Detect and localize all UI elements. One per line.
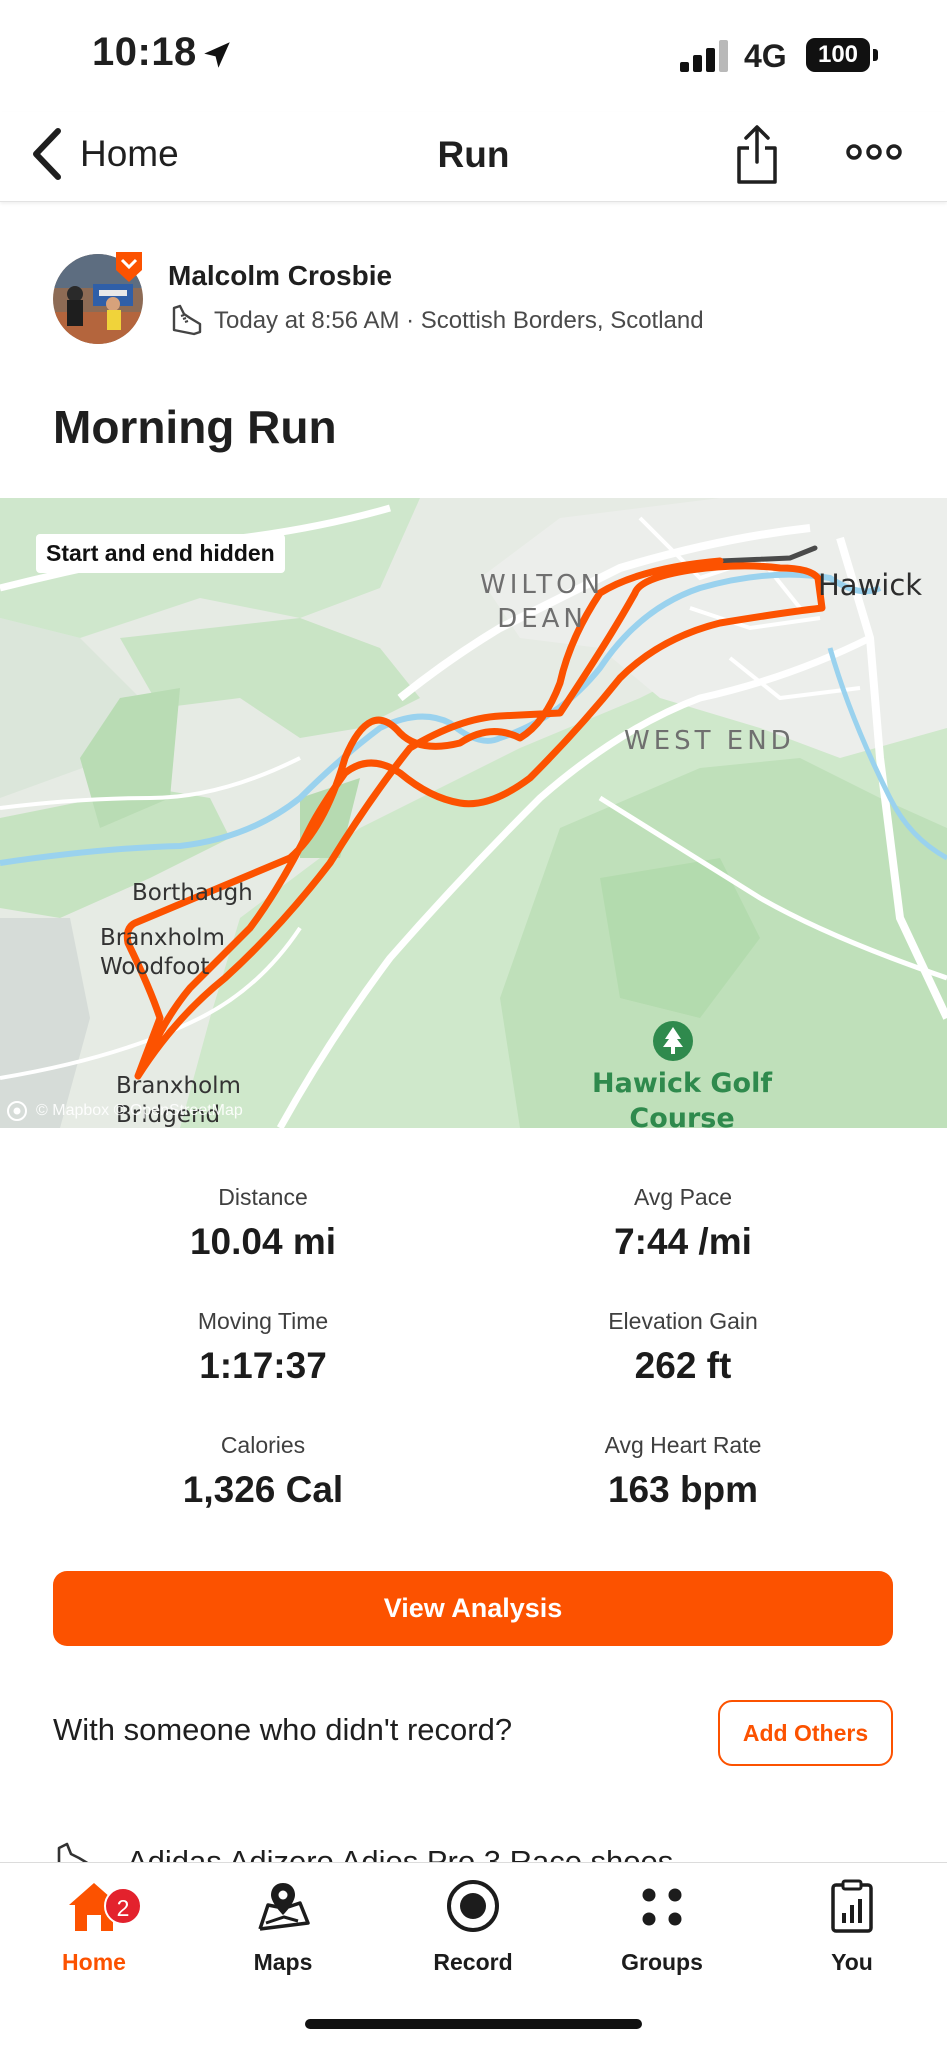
tab-bar: 2 Home Maps Record Groups You — [0, 1862, 947, 2048]
stat-calories: Calories 1,326 Cal — [53, 1432, 473, 1511]
map-attribution-text: © Mapbox © OpenStreetMap — [36, 1102, 243, 1119]
tab-label: Groups — [621, 1949, 703, 1975]
others-prompt: With someone who didn't record? — [53, 1712, 513, 1747]
share-icon[interactable] — [734, 124, 780, 186]
athlete-name[interactable]: Malcolm Crosbie — [168, 260, 392, 292]
stat-label: Calories — [220, 1432, 306, 1458]
tab-label: Maps — [253, 1949, 313, 1975]
you-icon — [831, 1879, 873, 1933]
map-label-borthaugh: Borthaugh — [132, 880, 253, 906]
battery-icon: 100 — [806, 38, 878, 72]
activity-meta: Today at 8:56 AM · Scottish Borders, Sco… — [168, 304, 704, 338]
stat-value: 10.04 mi — [189, 1221, 337, 1262]
cellular-signal-icon — [680, 40, 728, 72]
more-options-icon[interactable] — [846, 138, 902, 166]
tab-groups[interactable]: Groups — [592, 1877, 732, 1997]
route-map[interactable]: Start and end hidden — [0, 498, 947, 1128]
record-icon — [447, 1880, 499, 1932]
map-background — [0, 498, 947, 1128]
tab-home[interactable]: 2 Home — [24, 1877, 164, 1997]
activity-date-location: Today at 8:56 AM · Scottish Borders, Sco… — [214, 307, 704, 334]
map-attribution[interactable]: © Mapbox © OpenStreetMap — [6, 1100, 243, 1122]
stat-label: Distance — [218, 1184, 308, 1210]
stat-avg-heart-rate: Avg Heart Rate 163 bpm — [473, 1432, 893, 1511]
map-label-golf-course: Hawick Golf Course — [592, 1066, 772, 1136]
map-label-branxholm-woodfoot: Branxholm Woodfoot — [100, 924, 225, 982]
map-label-wilton: WILTON — [480, 570, 605, 600]
map-label-woodfoot: Woodfoot — [100, 954, 210, 980]
stat-value: 7:44 /mi — [614, 1221, 752, 1262]
map-label-dean: DEAN — [497, 604, 587, 634]
status-time: 10:18 — [92, 30, 197, 74]
stat-value: 262 ft — [634, 1345, 732, 1386]
back-button[interactable]: Home — [28, 124, 179, 184]
map-label-hawick: Hawick — [818, 568, 923, 602]
status-bar: 10:18 4G 100 — [0, 0, 947, 112]
map-label-branxholm-1: Branxholm — [100, 925, 225, 951]
stat-label: Moving Time — [197, 1308, 329, 1334]
golf-course-tree-icon — [653, 1021, 693, 1061]
tab-you[interactable]: You — [782, 1877, 922, 1997]
tab-label: You — [831, 1949, 873, 1975]
stat-value: 1:17:37 — [199, 1345, 327, 1386]
add-others-button[interactable]: Add Others — [718, 1700, 893, 1766]
notification-badge: 2 — [104, 1887, 142, 1925]
view-analysis-button[interactable]: View Analysis — [53, 1571, 893, 1646]
chevron-left-icon — [33, 128, 61, 180]
tab-label: Home — [62, 1949, 126, 1975]
network-type: 4G — [744, 38, 787, 74]
mapbox-logo-icon — [7, 1101, 27, 1121]
stat-label: Avg Pace — [633, 1184, 733, 1210]
groups-icon — [642, 1888, 682, 1926]
back-label: Home — [80, 133, 179, 174]
nav-bar: Home Run — [0, 112, 947, 202]
stat-label: Avg Heart Rate — [604, 1432, 762, 1458]
stat-value: 163 bpm — [607, 1469, 759, 1510]
tab-maps[interactable]: Maps — [213, 1877, 353, 1997]
location-arrow-icon — [204, 42, 230, 68]
tab-label: Record — [433, 1949, 513, 1975]
stat-moving-time: Moving Time 1:17:37 — [53, 1308, 473, 1387]
run-shoe-icon — [172, 304, 202, 336]
stat-label: Elevation Gain — [608, 1308, 758, 1334]
map-label-wilton-dean: WILTON DEAN — [480, 568, 604, 636]
tab-record[interactable]: Record — [403, 1877, 543, 1997]
stat-avg-pace: Avg Pace 7:44 /mi — [473, 1184, 893, 1263]
privacy-badge: Start and end hidden — [36, 534, 285, 573]
maps-icon — [258, 1883, 310, 1931]
map-label-golf-1: Hawick Golf — [592, 1068, 773, 1099]
home-indicator — [305, 2019, 642, 2029]
subscriber-badge-icon — [116, 252, 142, 282]
map-label-branxholm-2: Branxholm — [116, 1073, 241, 1099]
map-label-golf-2: Course — [629, 1103, 735, 1134]
battery-level: 100 — [806, 38, 870, 72]
stat-value: 1,326 Cal — [182, 1469, 344, 1510]
activity-title: Morning Run — [53, 401, 337, 453]
map-label-west-end: WEST END — [624, 726, 795, 756]
stat-distance: Distance 10.04 mi — [53, 1184, 473, 1263]
stat-elevation-gain: Elevation Gain 262 ft — [473, 1308, 893, 1387]
